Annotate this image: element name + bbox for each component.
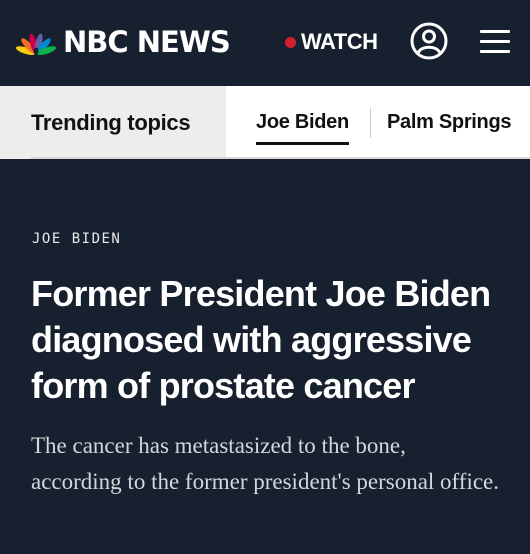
- menu-line: [480, 30, 510, 33]
- article-headline: Former President Joe Biden diagnosed wit…: [31, 273, 491, 406]
- menu-line: [480, 40, 510, 43]
- trending-bottom-rule: [31, 157, 530, 159]
- trending-topic-palm-springs[interactable]: Palm Springs: [387, 86, 512, 159]
- watch-label: WATCH: [301, 29, 378, 54]
- menu-line: [480, 50, 510, 53]
- live-dot-icon: [285, 36, 296, 48]
- watch-link[interactable]: WATCH: [285, 28, 378, 56]
- hamburger-menu-icon[interactable]: [480, 27, 512, 55]
- account-icon[interactable]: [409, 21, 449, 61]
- nbc-news-logo[interactable]: NBC NEWS: [15, 22, 231, 62]
- brand-name: NBC NEWS: [63, 25, 231, 59]
- trending-topic-joe-biden[interactable]: Joe Biden: [256, 86, 349, 159]
- trending-topics-bar: Trending topics Joe Biden Palm Springs: [0, 86, 530, 159]
- trending-divider: [370, 108, 371, 138]
- peacock-logo-icon: [15, 33, 57, 55]
- article-eyebrow[interactable]: JOE BIDEN: [32, 231, 121, 247]
- article-dek: The cancer has metastasized to the bone,…: [31, 433, 500, 494]
- site-header: NBC NEWS WATCH: [0, 0, 530, 86]
- trending-topics-label: Trending topics: [0, 86, 226, 159]
